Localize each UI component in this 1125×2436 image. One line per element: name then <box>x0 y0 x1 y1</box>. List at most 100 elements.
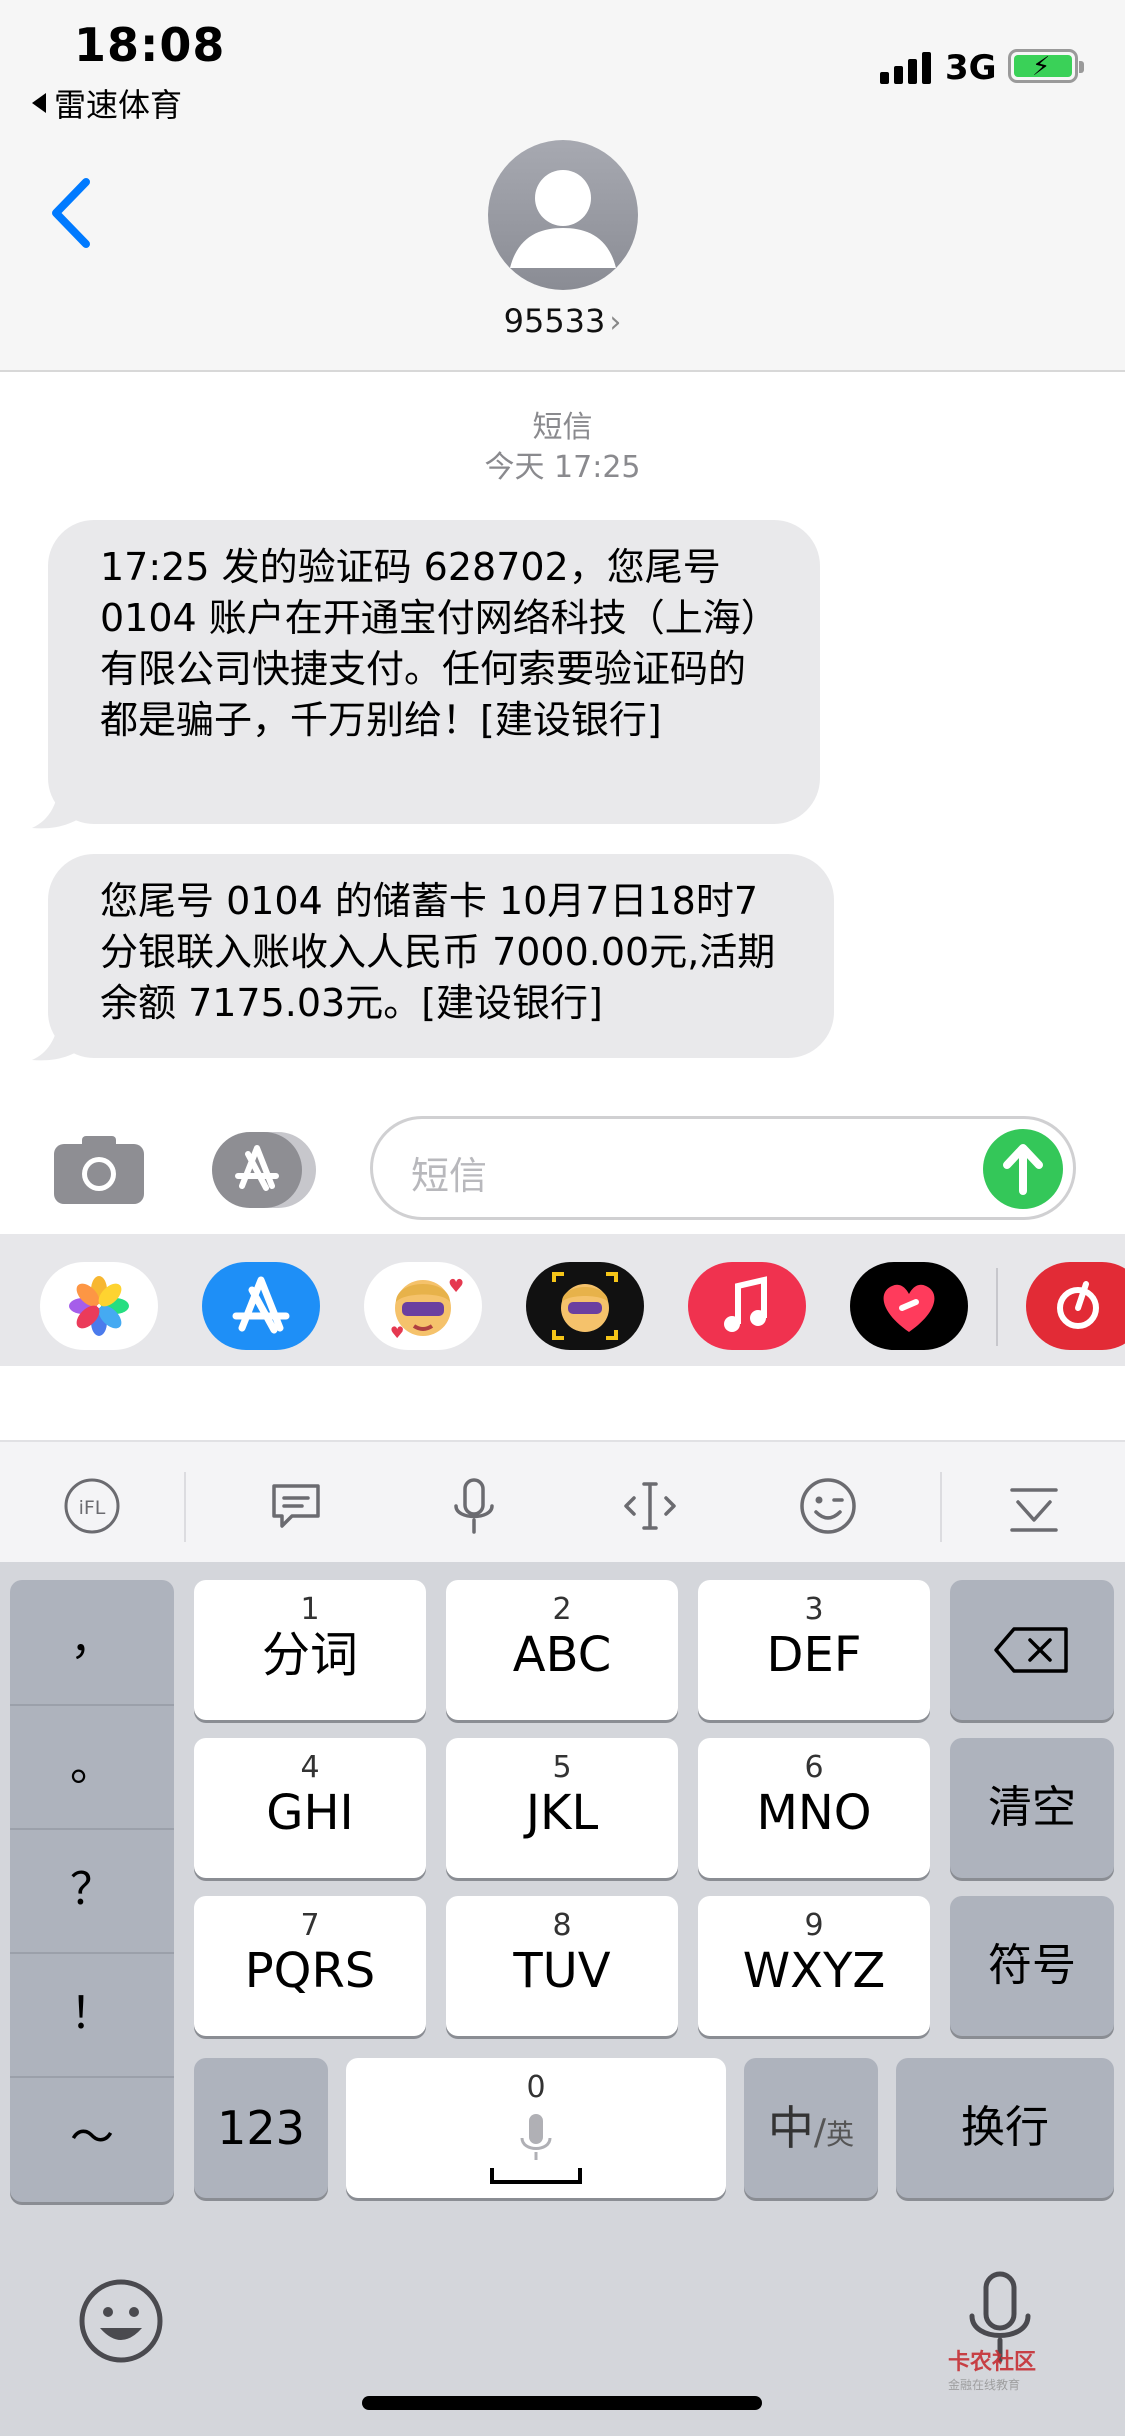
key-label: WXYZ <box>742 1943 886 1999</box>
netease-music-app-icon[interactable] <box>1026 1262 1125 1350</box>
lang-alt: 英 <box>826 2118 855 2151</box>
service-label: 短信 <box>532 410 593 445</box>
key-number: 4 <box>300 1750 320 1785</box>
watermark: 卡农社区 金融在线教育 <box>948 2344 1036 2393</box>
key-label: MNO <box>756 1785 872 1841</box>
heart-icon <box>883 1284 935 1332</box>
clear-key[interactable]: 清空 <box>950 1738 1114 1878</box>
key-number: 3 <box>804 1592 824 1627</box>
space-key[interactable]: 0 <box>346 2058 726 2198</box>
send-button[interactable] <box>983 1129 1063 1209</box>
key-number: 1 <box>300 1592 320 1627</box>
key-2[interactable]: 2 ABC <box>446 1580 678 1720</box>
music-note-icon <box>724 1276 767 1332</box>
netease-music-icon <box>1057 1281 1099 1329</box>
app-store-a-icon <box>232 1276 290 1334</box>
photos-flower-icon <box>69 1276 129 1336</box>
message-bubble[interactable]: 17:25 发的验证码 628702，您尾号 0104 账户在开通宝付网络科技（… <box>48 520 820 824</box>
photos-app-icon[interactable] <box>40 1262 158 1350</box>
key-5[interactable]: 5 JKL <box>446 1738 678 1878</box>
key-label: TUV <box>513 1943 611 1999</box>
signal-strength-icon <box>880 52 931 84</box>
emoji-face-icon[interactable] <box>798 1476 858 1536</box>
space-mic-icon <box>490 2114 582 2184</box>
home-indicator[interactable] <box>362 2396 762 2410</box>
punct-key-question[interactable]: ？ <box>10 1828 174 1948</box>
message-input[interactable]: 短信 <box>370 1116 1076 1220</box>
svg-text:iFL: iFL <box>79 1497 106 1519</box>
digital-touch-app-icon[interactable] <box>850 1262 968 1350</box>
key-3[interactable]: 3 DEF <box>698 1580 930 1720</box>
toolbar-divider <box>940 1472 942 1542</box>
punct-key-tilde[interactable]: ～ <box>10 2076 174 2196</box>
emoji-keyboard-icon[interactable] <box>76 2276 166 2366</box>
key-4[interactable]: 4 GHI <box>194 1738 426 1878</box>
contact-name[interactable]: 95533 › <box>420 302 705 340</box>
key-label: JKL <box>525 1785 599 1841</box>
message-meta: 短信 今天 17:25 <box>0 408 1125 488</box>
battery-charging-icon: ⚡ <box>1008 49 1084 83</box>
app-drawer: ♥ ♥ <box>0 1234 1125 1366</box>
app-store-app-icon[interactable] <box>202 1262 320 1350</box>
svg-text:♥: ♥ <box>390 1323 404 1342</box>
network-type: 3G <box>945 48 997 88</box>
camera-icon[interactable] <box>52 1134 146 1206</box>
t9-keyboard: ， 。 ？ ！ ～ 1 分词 2 ABC 3 DEF 4 GHI 5 JKL 6… <box>0 1562 1125 2436</box>
message-bubble-icon[interactable] <box>266 1476 326 1536</box>
numbers-key[interactable]: 123 <box>194 2058 328 2198</box>
key-number: 9 <box>804 1908 824 1943</box>
punct-key-exclaim[interactable]: ！ <box>10 1952 174 2072</box>
key-7[interactable]: 7 PQRS <box>194 1896 426 2036</box>
contact-avatar[interactable] <box>488 140 638 290</box>
key-label: DEF <box>766 1627 862 1683</box>
backspace-icon <box>994 1627 1068 1673</box>
animoji-face-icon <box>552 1272 618 1340</box>
language-key[interactable]: 中/英 <box>744 2058 878 2198</box>
message-bubble[interactable]: 您尾号 0104 的储蓄卡 10月7日18时7分银联入账收入人民币 7000.0… <box>48 854 834 1058</box>
key-number: 5 <box>552 1750 572 1785</box>
back-to-app-link[interactable]: 雷速体育 <box>32 80 182 126</box>
memoji-face-icon: ♥ ♥ <box>390 1276 464 1342</box>
key-number: 2 <box>552 1592 572 1627</box>
lang-main: 中 <box>767 2101 814 2155</box>
arrow-up-icon <box>1003 1144 1043 1195</box>
person-silhouette-icon <box>510 170 616 268</box>
drawer-divider <box>996 1268 998 1346</box>
hide-keyboard-icon[interactable] <box>1004 1476 1064 1536</box>
animoji-app-icon[interactable] <box>526 1262 644 1350</box>
svg-text:♥: ♥ <box>448 1276 464 1297</box>
chevron-right-icon: › <box>609 305 622 340</box>
message-placeholder: 短信 <box>411 1154 488 1198</box>
back-chevron-icon[interactable] <box>46 176 100 250</box>
key-label: 分词 <box>261 1627 358 1683</box>
ifly-logo-icon[interactable]: iFL <box>62 1476 122 1536</box>
key-8[interactable]: 8 TUV <box>446 1896 678 2036</box>
key-label: PQRS <box>244 1943 376 1999</box>
key-6[interactable]: 6 MNO <box>698 1738 930 1878</box>
microphone-icon[interactable] <box>444 1476 504 1536</box>
app-store-button-icon[interactable] <box>210 1130 318 1210</box>
back-triangle-icon <box>32 93 46 113</box>
punct-key-comma[interactable]: ， <box>10 1580 174 1700</box>
key-label: ABC <box>512 1627 612 1683</box>
back-app-label: 雷速体育 <box>54 86 183 124</box>
delete-key[interactable] <box>950 1580 1114 1720</box>
watermark-title: 卡农社区 <box>948 2350 1037 2375</box>
status-time: 18:08 <box>74 18 226 72</box>
key-1[interactable]: 1 分词 <box>194 1580 426 1720</box>
keyboard-toolbar: iFL <box>0 1440 1125 1562</box>
key-number: 8 <box>552 1908 572 1943</box>
message-timestamp: 今天 17:25 <box>484 450 641 485</box>
memoji-app-icon[interactable]: ♥ ♥ <box>364 1262 482 1350</box>
contact-number: 95533 <box>503 302 606 340</box>
key-label: GHI <box>266 1785 354 1841</box>
key-9[interactable]: 9 WXYZ <box>698 1896 930 2036</box>
punct-key-period[interactable]: 。 <box>10 1704 174 1824</box>
watermark-subtitle: 金融在线教育 <box>948 2378 1021 2392</box>
return-key[interactable]: 换行 <box>896 2058 1114 2198</box>
symbols-key[interactable]: 符号 <box>950 1896 1114 2036</box>
key-number: 7 <box>300 1908 320 1943</box>
key-number: 6 <box>804 1750 824 1785</box>
cursor-move-icon[interactable] <box>620 1476 680 1536</box>
music-app-icon[interactable] <box>688 1262 806 1350</box>
